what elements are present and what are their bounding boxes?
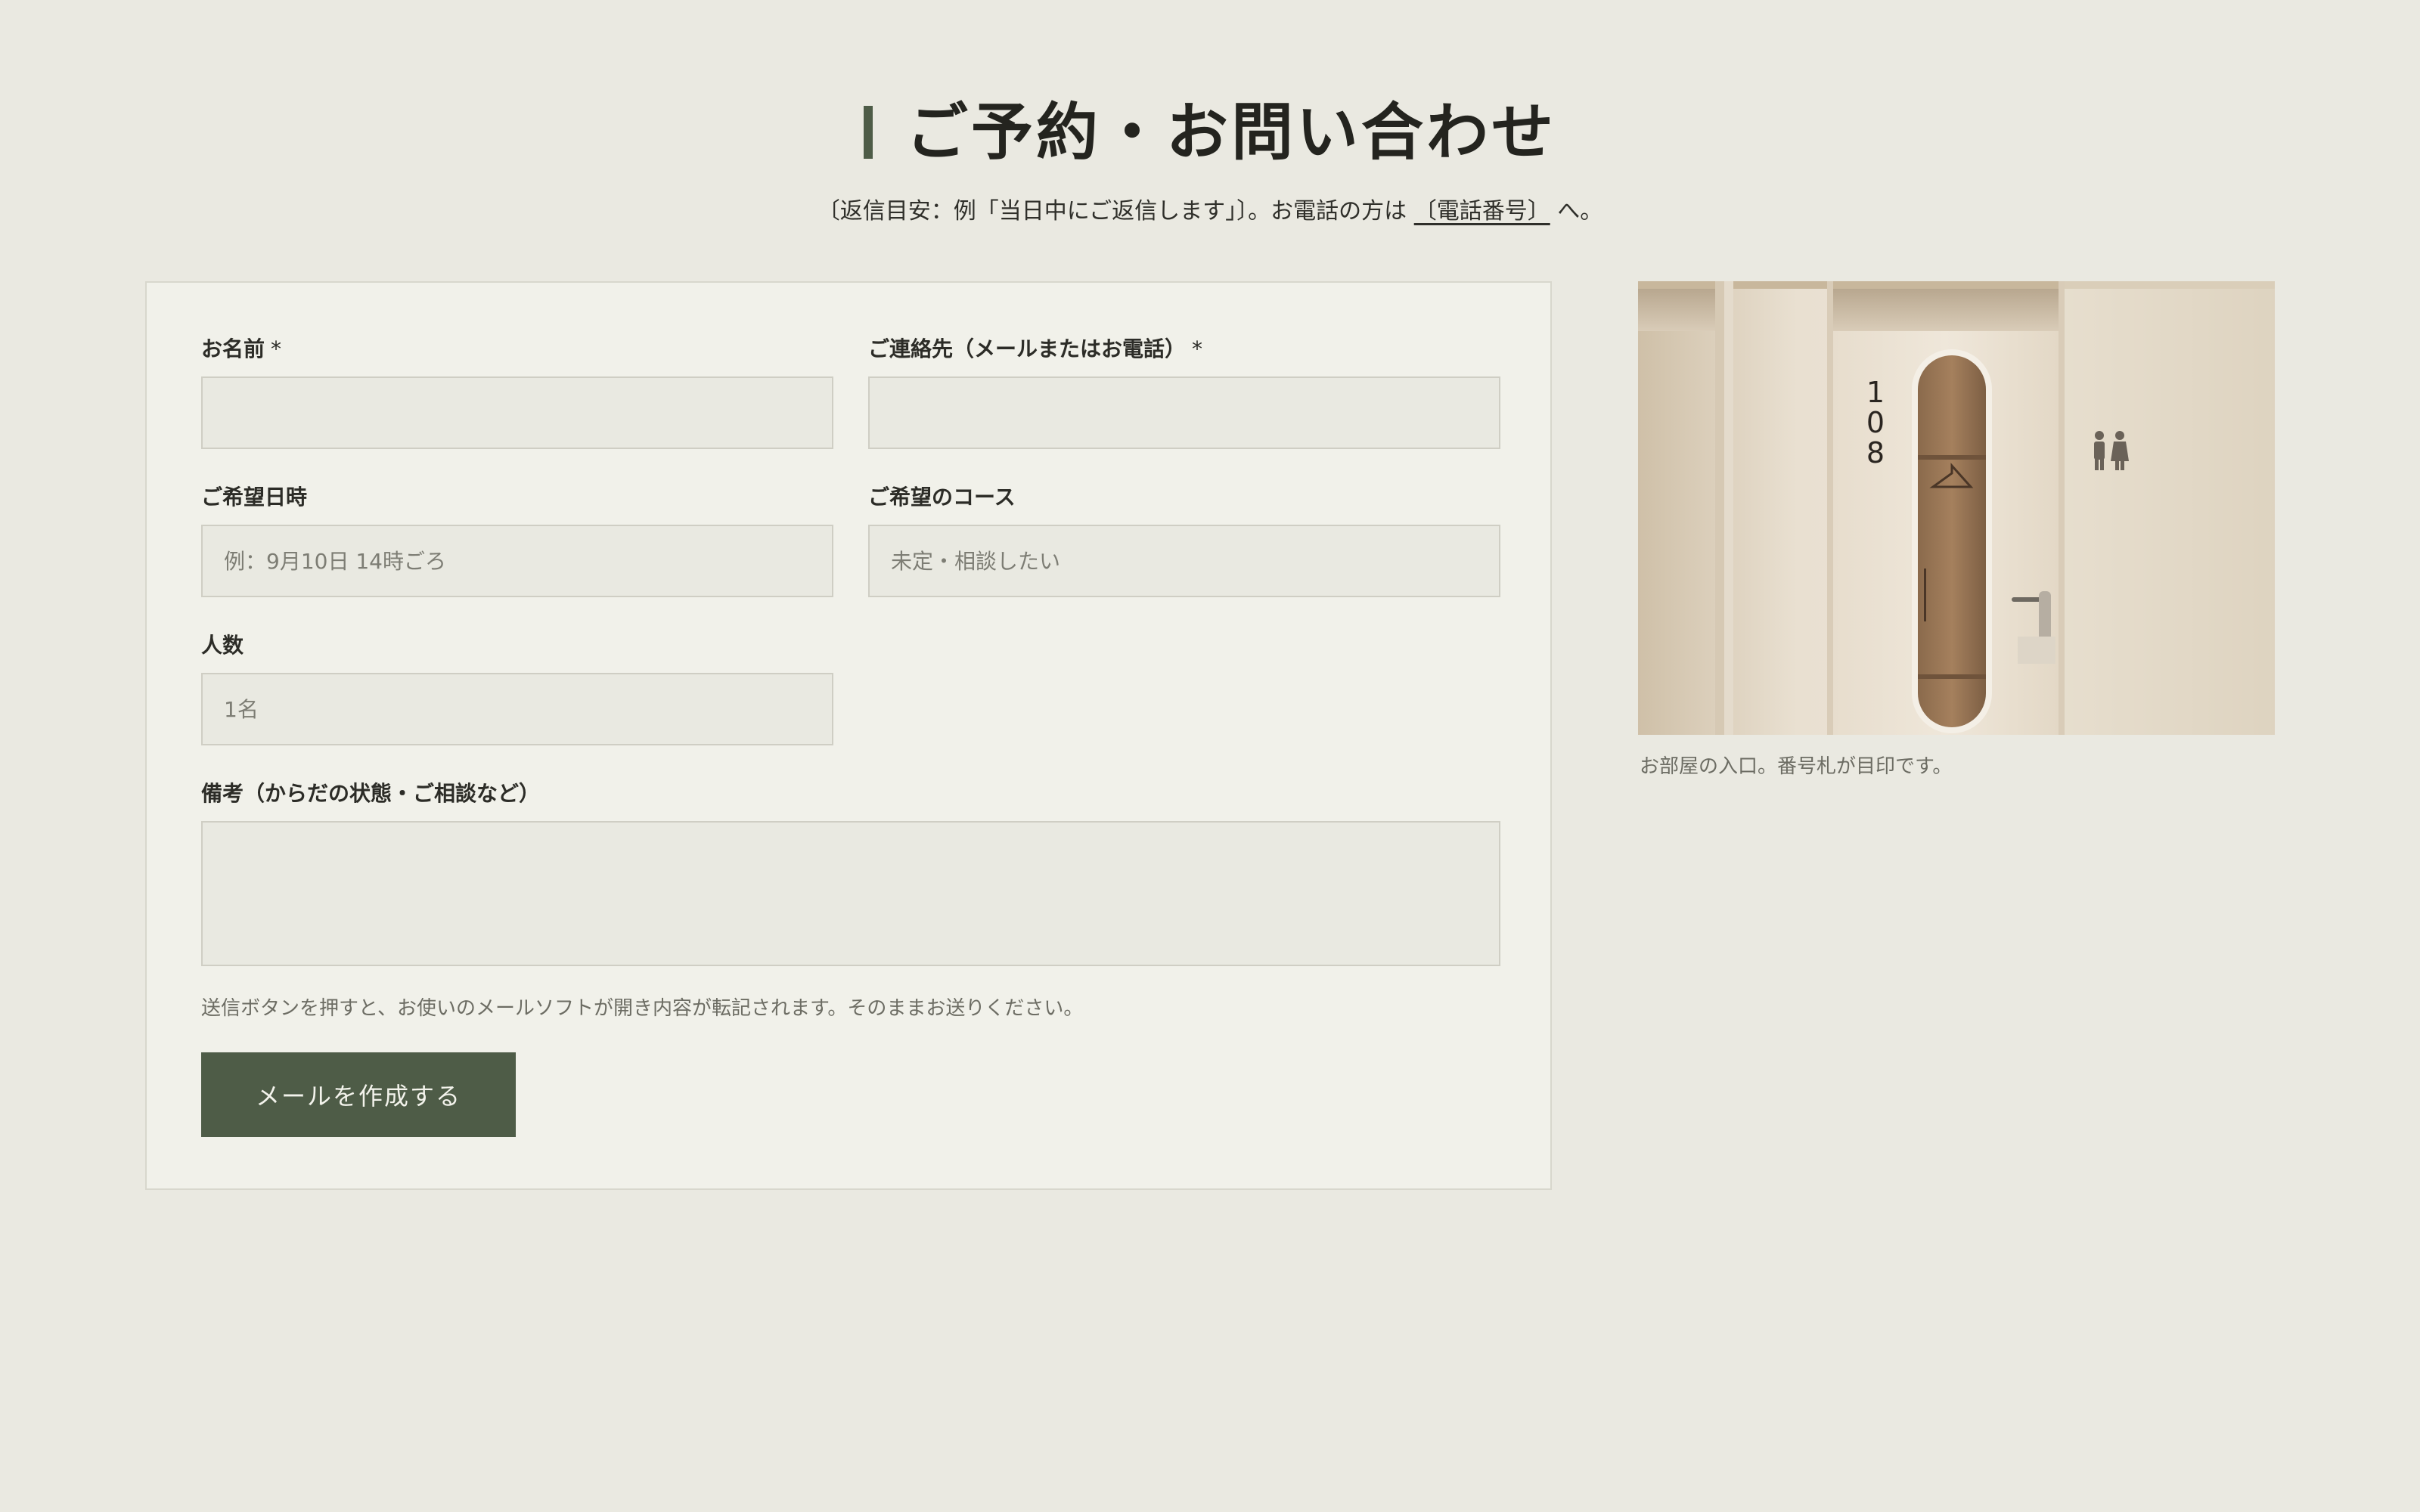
room-entrance-photo: 1 0 8 <box>1638 281 2275 735</box>
phone-number-link[interactable]: 〔電話番号〕 <box>1414 198 1550 225</box>
title-accent-bar <box>863 106 873 159</box>
contact-label: ご連絡先（メールまたはお電話） * <box>868 336 1202 363</box>
date-input[interactable] <box>201 525 833 597</box>
reply-notice-suffix: へ。 <box>1557 198 1603 225</box>
date-label: ご希望日時 <box>201 484 307 511</box>
page-title: ご予約・お問い合わせ <box>905 96 1556 169</box>
door-window <box>1918 355 1986 727</box>
reply-notice-text: 〔返信目安：例「当日中にご返信します」〕。お電話の方は <box>817 198 1407 225</box>
people-input[interactable] <box>201 673 833 745</box>
course-label: ご希望のコース <box>868 484 1016 511</box>
name-label: お名前 * <box>201 336 281 363</box>
name-label-text: お名前 <box>201 336 265 361</box>
room-number-digit: 8 <box>1866 436 1885 469</box>
contact-input[interactable] <box>868 376 1500 449</box>
room-number-sign: 1 0 8 <box>1866 376 1885 469</box>
submit-note: 送信ボタンを押すと、お使いのメールソフトが開き内容が転記されます。そのままお送り… <box>201 997 1084 1020</box>
name-required-mark: * <box>271 336 282 361</box>
notes-label: 備考（からだの状態・ご相談など） <box>201 780 540 807</box>
name-input[interactable] <box>201 376 833 449</box>
room-number-digit: 1 <box>1866 376 1885 409</box>
people-label-text: 人数 <box>201 633 244 658</box>
page-title-wrap: ご予約・お問い合わせ <box>863 91 1556 174</box>
notes-textarea[interactable] <box>201 821 1500 966</box>
create-mail-button[interactable]: メールを作成する <box>201 1052 516 1137</box>
course-input[interactable] <box>868 525 1500 597</box>
room-number-digit: 0 <box>1866 406 1885 439</box>
photo-caption: お部屋の入口。番号札が目印です。 <box>1640 755 1953 778</box>
contact-required-mark: * <box>1192 336 1203 361</box>
notes-label-text: 備考（からだの状態・ご相談など） <box>201 781 541 806</box>
reservation-form: お名前* ご連絡先（メールまたはお電話）* ご希望日時 ご希望のコース 人数 備… <box>145 281 1552 1190</box>
page-heading: ご予約・お問い合わせ <box>0 91 2420 174</box>
course-label-text: ご希望のコース <box>868 485 1016 510</box>
date-label-text: ご希望日時 <box>201 485 308 510</box>
reply-notice: 〔返信目安：例「当日中にご返信します」〕。お電話の方は 〔電話番号〕 へ。 <box>0 195 2420 228</box>
people-label: 人数 <box>201 632 244 659</box>
contact-label-text: ご連絡先（メールまたはお電話） <box>868 336 1187 361</box>
